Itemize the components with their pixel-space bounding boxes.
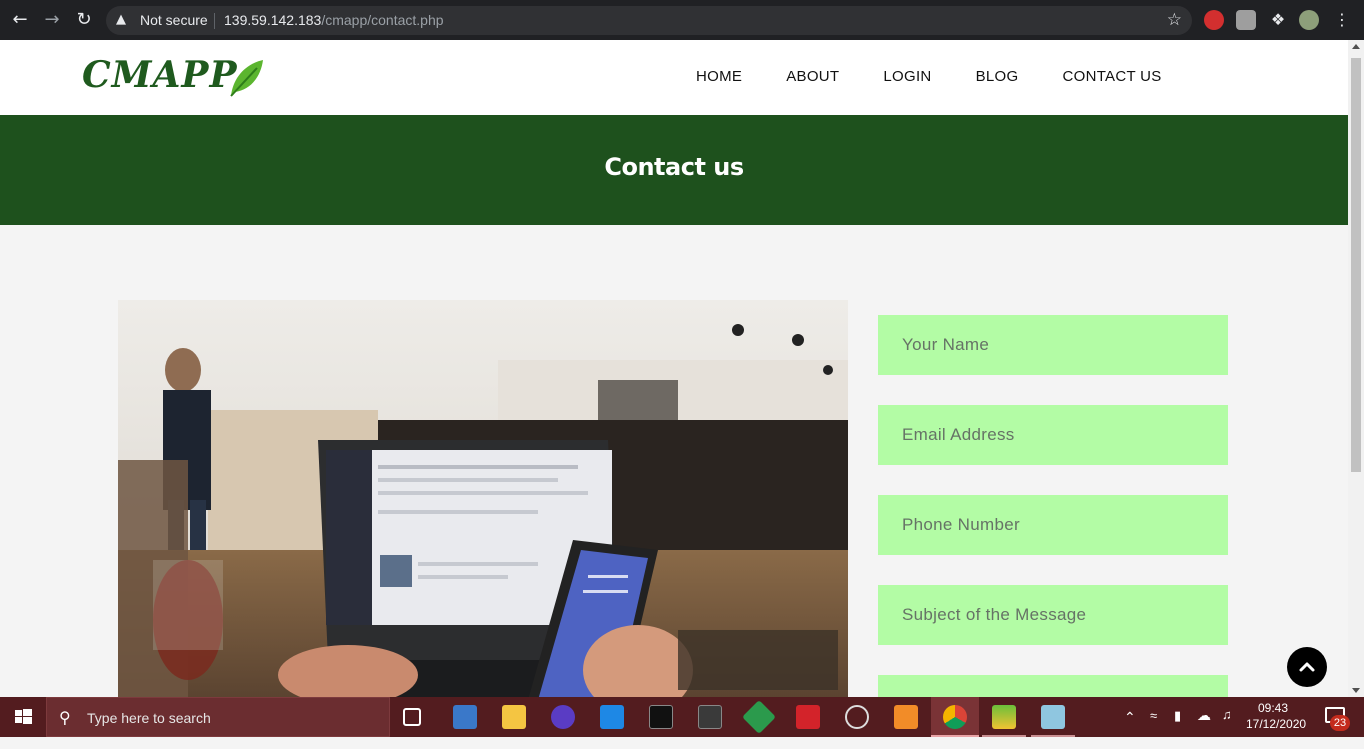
adblock-extension-icon[interactable] [1204, 10, 1224, 30]
volume-icon[interactable]: ♫ [1222, 707, 1232, 747]
windows-taskbar: ⚲ Type here to search ⌃ ≈ ▮ ☁ ♫ 09:43 17… [0, 697, 1364, 737]
url-text[interactable]: 139.59.142.183/cmapp/contact.php [224, 12, 444, 28]
taskbar-search-box[interactable]: ⚲ Type here to search [46, 697, 390, 737]
page-banner: Contact us [0, 115, 1348, 225]
arduino-icon[interactable] [796, 705, 820, 729]
taskbar-clock[interactable]: 09:43 17/12/2020 [1246, 700, 1307, 732]
bookmark-star-icon[interactable]: ☆ [1167, 10, 1182, 30]
contact-photo [118, 300, 848, 697]
app-window-icon[interactable] [453, 705, 477, 729]
reload-icon[interactable]: ↻ [73, 9, 95, 31]
taskbar-search-placeholder: Type here to search [87, 710, 211, 726]
sublime-text-icon[interactable] [894, 705, 918, 729]
start-button[interactable] [0, 697, 46, 737]
chrome-icon [943, 705, 967, 729]
page-scrollbar[interactable] [1348, 40, 1364, 697]
site-logo[interactable]: CMAPP [82, 54, 272, 100]
omnibox-separator [214, 13, 215, 29]
nav-home[interactable]: HOME [696, 68, 742, 85]
subject-field[interactable] [878, 585, 1228, 645]
url-host: 139.59.142.183 [224, 12, 322, 28]
cloud-icon[interactable]: ☁ [1197, 707, 1211, 747]
warning-icon: ▲ [116, 12, 126, 27]
menu-kebab-icon[interactable]: ⋮ [1332, 10, 1352, 30]
address-bar[interactable]: ▲ Not secure 139.59.142.183/cmapp/contac… [106, 6, 1192, 35]
message-field[interactable] [878, 675, 1228, 697]
profile-avatar[interactable] [1299, 10, 1319, 30]
chrome-taskbar-button[interactable] [931, 697, 979, 737]
nav-login[interactable]: LOGIN [883, 68, 931, 85]
download-extension-icon[interactable] [1236, 10, 1256, 30]
page-title: Contact us [604, 153, 744, 181]
back-icon[interactable]: ← [9, 9, 31, 31]
security-label[interactable]: Not secure [140, 12, 208, 28]
web-app-icon[interactable] [845, 705, 869, 729]
nav-blog[interactable]: BLOG [976, 68, 1019, 85]
nav-contact-us[interactable]: CONTACT US [1062, 68, 1161, 85]
notes-app-icon[interactable] [1041, 705, 1065, 729]
page-viewport: CMAPP HOME ABOUT LOGIN BLOG CONTACT US C… [0, 40, 1348, 697]
eclipse-app-icon[interactable] [551, 705, 575, 729]
wifi-icon[interactable]: ≈ [1150, 708, 1157, 748]
scroll-up-arrow[interactable] [1352, 44, 1360, 49]
bluestacks-icon[interactable] [992, 705, 1016, 729]
console-icon[interactable] [698, 705, 722, 729]
chevron-up-icon [1299, 662, 1315, 672]
nav-about[interactable]: ABOUT [786, 68, 839, 85]
file-explorer-icon[interactable] [502, 705, 526, 729]
terminal-icon[interactable] [649, 705, 673, 729]
browser-toolbar: ← → ↻ ▲ Not secure 139.59.142.183/cmapp/… [0, 0, 1364, 40]
site-header: CMAPP HOME ABOUT LOGIN BLOG CONTACT US [0, 40, 1348, 115]
scroll-down-arrow[interactable] [1352, 688, 1360, 693]
forward-icon[interactable]: → [41, 9, 63, 31]
logo-text: CMAPP [82, 54, 238, 96]
leaf-icon [230, 60, 263, 97]
notification-count-badge: 23 [1330, 715, 1350, 731]
windows-logo-icon [15, 709, 32, 724]
laptop-phone-illustration [118, 300, 848, 697]
tray-chevron-icon[interactable]: ⌃ [1124, 709, 1136, 749]
vscode-icon[interactable] [600, 705, 624, 729]
back-to-top-button[interactable] [1287, 647, 1327, 687]
phone-field[interactable] [878, 495, 1228, 555]
name-field[interactable] [878, 315, 1228, 375]
task-view-icon[interactable] [403, 708, 421, 726]
email-field[interactable] [878, 405, 1228, 465]
clock-date: 17/12/2020 [1246, 717, 1307, 731]
battery-icon[interactable]: ▮ [1174, 708, 1181, 748]
clock-time: 09:43 [1257, 701, 1289, 715]
search-icon: ⚲ [59, 708, 71, 727]
extensions-puzzle-icon[interactable]: ❖ [1268, 10, 1288, 30]
scrollbar-thumb[interactable] [1351, 58, 1361, 472]
git-icon[interactable] [742, 700, 776, 734]
url-path: /cmapp/contact.php [321, 12, 444, 28]
main-nav: HOME ABOUT LOGIN BLOG CONTACT US [696, 68, 1162, 85]
